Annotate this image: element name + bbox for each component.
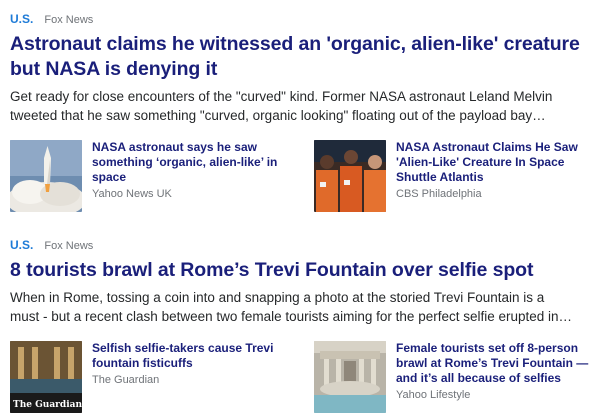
- category-link[interactable]: U.S.: [10, 12, 33, 26]
- guardian-caption: The Guardian: [13, 400, 82, 410]
- related-story[interactable]: NASA Astronaut Claims He Saw 'Alien-Like…: [314, 140, 606, 212]
- source-label: Fox News: [44, 240, 94, 252]
- news-story: U.S. Fox News Astronaut claims he witnes…: [10, 0, 606, 216]
- related-title[interactable]: Female tourists set off 8-person brawl a…: [396, 341, 606, 402]
- related-story[interactable]: Female tourists set off 8-person brawl a…: [314, 341, 606, 413]
- related-source: CBS Philadelphia: [396, 188, 482, 200]
- story-summary: When in Rome, tossing a coin into and sn…: [10, 288, 606, 326]
- summary-line: When in Rome, tossing a coin into and sn…: [10, 290, 545, 305]
- related-source: Yahoo Lifestyle: [396, 389, 471, 401]
- related-stories: The Guardian Selfish selfie-takers cause…: [10, 341, 606, 417]
- astronaut-crew-photo-thumbnail[interactable]: [314, 140, 386, 212]
- related-title-text: NASA Astronaut Claims He Saw 'Alien-Like…: [396, 140, 578, 184]
- category-link[interactable]: U.S.: [10, 238, 33, 252]
- headline-line: but NASA is denying it: [10, 58, 218, 80]
- related-title[interactable]: Selfish selfie-takers cause Trevi founta…: [92, 341, 300, 387]
- related-title-text: NASA astronaut says he saw something ‘or…: [92, 140, 278, 184]
- summary-line: must - but a recent clash between two fe…: [10, 309, 573, 324]
- source-label: Fox News: [44, 14, 94, 26]
- story-summary: Get ready for close encounters of the "c…: [10, 87, 606, 125]
- story-meta: U.S. Fox News: [10, 11, 606, 27]
- related-story[interactable]: The Guardian Selfish selfie-takers cause…: [10, 341, 300, 413]
- story-headline[interactable]: 8 tourists brawl at Rome’s Trevi Fountai…: [10, 258, 606, 283]
- story-meta: U.S. Fox News: [10, 237, 606, 253]
- related-source: The Guardian: [92, 374, 160, 386]
- story-headline[interactable]: Astronaut claims he witnessed an 'organi…: [10, 32, 606, 82]
- news-story: U.S. Fox News 8 tourists brawl at Rome’s…: [10, 226, 606, 417]
- related-story[interactable]: NASA astronaut says he saw something ‘or…: [10, 140, 300, 212]
- related-title-text: Selfish selfie-takers cause Trevi founta…: [92, 341, 274, 370]
- trevi-fountain-night-thumbnail[interactable]: The Guardian: [10, 341, 82, 413]
- space-shuttle-launch-thumbnail[interactable]: [10, 140, 82, 212]
- headline-line: 8 tourists brawl at Rome’s Trevi Fountai…: [10, 259, 534, 281]
- summary-line: tweeted that he saw something "curved, o…: [10, 108, 546, 123]
- related-stories: NASA astronaut says he saw something ‘or…: [10, 140, 606, 216]
- related-title-text: Female tourists set off 8-person brawl a…: [396, 341, 589, 385]
- related-title[interactable]: NASA astronaut says he saw something ‘or…: [92, 140, 300, 201]
- related-title[interactable]: NASA Astronaut Claims He Saw 'Alien-Like…: [396, 140, 606, 201]
- summary-line: Get ready for close encounters of the "c…: [10, 89, 553, 104]
- trevi-fountain-day-thumbnail[interactable]: [314, 341, 386, 413]
- headline-line: Astronaut claims he witnessed an 'organi…: [10, 33, 580, 55]
- related-source: Yahoo News UK: [92, 188, 172, 200]
